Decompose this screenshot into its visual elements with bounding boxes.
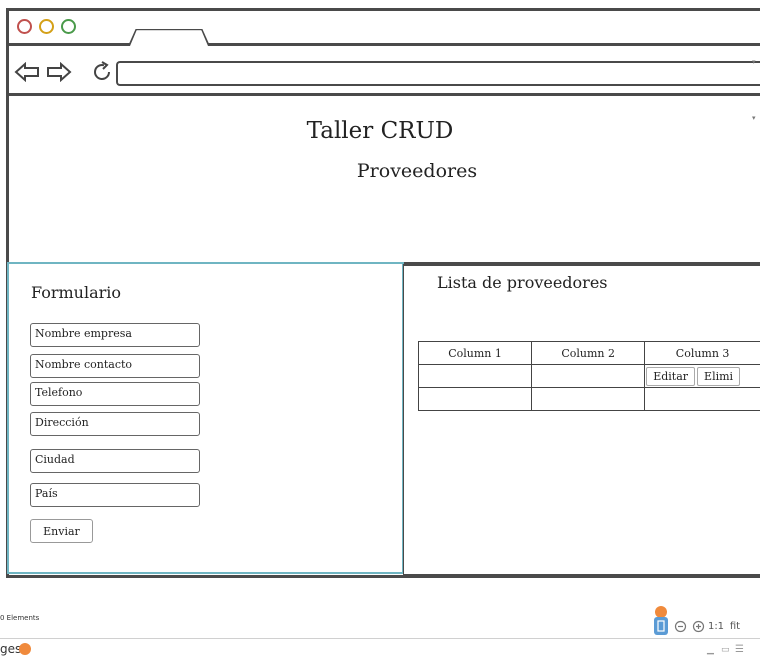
direccion-field: Dirección bbox=[30, 412, 200, 436]
back-arrow-icon bbox=[13, 60, 41, 84]
zoom-fit-button[interactable]: fit bbox=[727, 617, 743, 635]
delete-row-button: Elimi bbox=[697, 366, 741, 386]
page-subtitle: Proveedores bbox=[356, 160, 478, 182]
maximize-window-dot bbox=[61, 19, 76, 34]
dropdown-arrow-icon: ▾ bbox=[752, 58, 756, 66]
zoom-in-icon[interactable] bbox=[690, 617, 706, 635]
column-header: Column 1 bbox=[417, 341, 533, 365]
page-view-icon[interactable] bbox=[654, 617, 668, 635]
dropdown-arrow-icon: ▾ bbox=[752, 114, 756, 122]
telefono-field: Telefono bbox=[30, 382, 200, 406]
browser-tab bbox=[128, 28, 210, 46]
table-row: Editar Elimi bbox=[417, 364, 760, 388]
list-panel bbox=[403, 264, 760, 576]
page-title: Taller CRUD bbox=[306, 118, 454, 144]
table-cell bbox=[417, 364, 533, 388]
marker-dot bbox=[19, 643, 31, 655]
table-cell bbox=[644, 387, 760, 411]
table-cell bbox=[531, 387, 646, 411]
bottom-status-bar bbox=[0, 638, 760, 670]
table-header-row: Column 1 Column 2 Column 3 bbox=[417, 341, 760, 365]
table-cell bbox=[531, 364, 646, 388]
column-header: Column 3 bbox=[644, 341, 760, 365]
forward-arrow-icon bbox=[45, 60, 73, 84]
nombre-contacto-field: Nombre contacto bbox=[30, 354, 200, 378]
url-bar bbox=[116, 61, 760, 86]
ciudad-field: Ciudad bbox=[30, 449, 200, 473]
reload-icon bbox=[88, 60, 116, 84]
form-title: Formulario bbox=[31, 283, 122, 302]
proveedores-table: Column 1 Column 2 Column 3 Editar Elimi bbox=[417, 341, 760, 411]
restore-panel-icon[interactable]: ▭ bbox=[721, 645, 730, 655]
table-cell-actions: Editar Elimi bbox=[644, 364, 760, 388]
nombre-empresa-field: Nombre empresa bbox=[30, 323, 200, 347]
list-view-icon[interactable]: ☰ bbox=[735, 644, 744, 655]
table-row bbox=[417, 387, 760, 411]
elements-count: 0 Elements bbox=[0, 614, 40, 622]
close-window-dot bbox=[17, 19, 32, 34]
zoom-out-icon[interactable] bbox=[672, 617, 688, 635]
pais-field: País bbox=[30, 483, 200, 507]
table-cell bbox=[417, 387, 533, 411]
list-title: Lista de proveedores bbox=[437, 273, 608, 292]
edit-row-button: Editar bbox=[646, 366, 696, 386]
zoom-reset-button[interactable]: 1:1 bbox=[707, 617, 725, 635]
enviar-button: Enviar bbox=[30, 519, 93, 543]
minimize-panel-icon[interactable]: ▁ bbox=[707, 645, 714, 655]
minimize-window-dot bbox=[39, 19, 54, 34]
column-header: Column 2 bbox=[531, 341, 646, 365]
browser-tab-bar bbox=[6, 8, 760, 46]
